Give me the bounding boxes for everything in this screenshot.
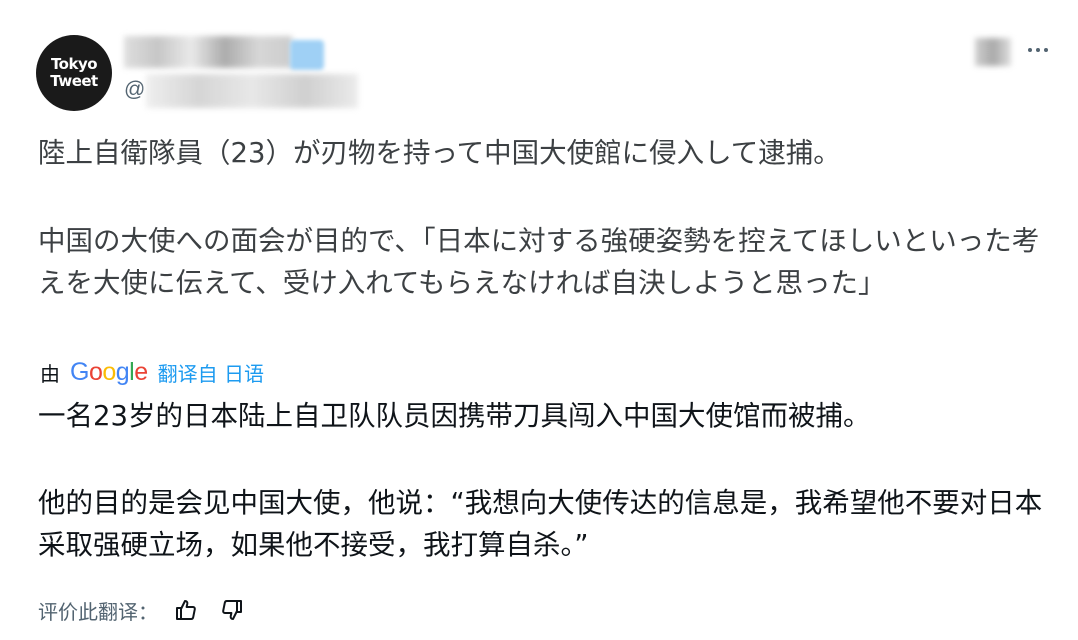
rate-translation-row: 评价此翻译： xyxy=(38,593,264,627)
tweet-original-line2: 中国の大使への面会が目的で、「日本に対する強硬姿勢を控えてほしいといった考えを大… xyxy=(38,225,1040,299)
tweet-card: Tokyo Tweet @ 陸上自衛隊員（23）が刃物を持って中国大使館に侵入し… xyxy=(0,0,1078,640)
thumbs-down-icon[interactable] xyxy=(218,596,246,624)
handle-prefix: @ xyxy=(124,78,146,101)
tweet-translation-line1: 一名23岁的日本陆上自卫队队员因携带刀具闯入中国大使馆而被捕。 xyxy=(38,400,871,432)
display-name-redacted[interactable] xyxy=(124,36,292,68)
thumbs-up-icon[interactable] xyxy=(172,596,200,624)
avatar-text-line2: Tweet xyxy=(50,72,98,90)
translated-by-row: 由 Google 翻译自 日语 xyxy=(40,355,264,389)
more-options-icon[interactable] xyxy=(1028,40,1058,60)
avatar[interactable]: Tokyo Tweet xyxy=(36,35,112,111)
handle-redacted[interactable] xyxy=(146,74,358,108)
rate-translation-label: 评价此翻译： xyxy=(38,599,158,624)
tweet-original-line1: 陸上自衛隊員（23）が刃物を持って中国大使館に侵入して逮捕。 xyxy=(38,137,841,169)
avatar-text-line1: Tokyo xyxy=(50,55,98,73)
translated-by-label: 由 xyxy=(40,361,60,386)
google-logo: Google xyxy=(70,357,148,386)
verified-badge-icon xyxy=(290,40,324,70)
grok-icon-redacted[interactable] xyxy=(975,38,1011,66)
tweet-translation-line2: 他的目的是会见中国大使，他说：“我想向大使传达的信息是，我希望他不要对日本采取强… xyxy=(38,487,1043,561)
translated-from-link[interactable]: 翻译自 日语 xyxy=(158,358,264,387)
